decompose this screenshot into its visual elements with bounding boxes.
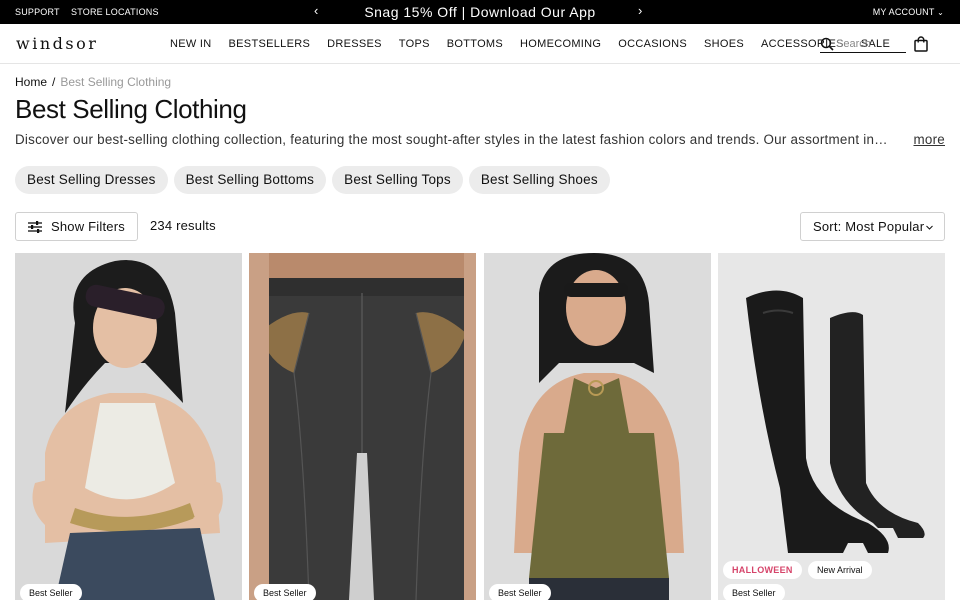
product-image[interactable] [484, 253, 711, 600]
breadcrumb: Home / Best Selling Clothing [15, 75, 171, 89]
search-icon[interactable] [820, 37, 834, 51]
search-input[interactable] [836, 37, 904, 51]
promo-bar: SUPPORT STORE LOCATIONS ‹ Snag 15% Off |… [0, 0, 960, 24]
nav-item-bestsellers[interactable]: BESTSELLERS [229, 38, 311, 50]
description-text: Discover our best-selling clothing colle… [15, 132, 888, 147]
best-seller-badge: Best Seller [723, 584, 785, 600]
support-link[interactable]: SUPPORT [15, 7, 60, 17]
nav-item-bottoms[interactable]: BOTTOMS [447, 38, 503, 50]
nav-item-new-in[interactable]: NEW IN [170, 38, 212, 50]
sort-dropdown[interactable]: Sort: Most Popular [800, 212, 945, 241]
nav-item-tops[interactable]: TOPS [399, 38, 430, 50]
best-seller-badge: Best Seller [20, 584, 82, 600]
pill-best-selling-shoes[interactable]: Best Selling Shoes [468, 166, 610, 194]
pill-best-selling-bottoms[interactable]: Best Selling Bottoms [173, 166, 327, 194]
pill-best-selling-tops[interactable]: Best Selling Tops [332, 166, 463, 194]
promo-text[interactable]: Snag 15% Off | Download Our App [360, 4, 600, 20]
filter-sliders-icon [28, 221, 42, 233]
sort-label: Sort: Most Popular [813, 219, 925, 234]
product-image[interactable] [718, 253, 945, 600]
shopping-bag-icon[interactable] [913, 36, 929, 52]
my-account-label: MY ACCOUNT [872, 7, 935, 17]
show-filters-button[interactable]: Show Filters [15, 212, 138, 241]
read-more-link[interactable]: more [911, 132, 945, 147]
category-description: Discover our best-selling clothing colle… [15, 132, 945, 147]
pill-best-selling-dresses[interactable]: Best Selling Dresses [15, 166, 168, 194]
product-card[interactable]: HALLOWEEN New Arrival Best Seller [718, 253, 945, 600]
promo-next-arrow-icon[interactable]: › [638, 3, 642, 18]
product-card[interactable]: Best Seller [249, 253, 476, 600]
product-card[interactable]: Best Seller [15, 253, 242, 600]
chevron-down-icon [926, 225, 933, 230]
search-box[interactable] [820, 36, 906, 53]
nav-item-occasions[interactable]: OCCASIONS [618, 38, 687, 50]
main-nav: NEW IN BESTSELLERS DRESSES TOPS BOTTOMS … [170, 38, 907, 50]
category-pills: Best Selling Dresses Best Selling Bottom… [15, 166, 610, 194]
best-seller-badge: Best Seller [254, 584, 316, 600]
promo-prev-arrow-icon[interactable]: ‹ [314, 3, 318, 18]
results-count: 234 results [150, 218, 216, 233]
breadcrumb-separator: / [52, 75, 56, 89]
halloween-tag: HALLOWEEN [723, 561, 802, 579]
product-image[interactable] [249, 253, 476, 600]
product-card[interactable]: Best Seller [484, 253, 711, 600]
nav-item-shoes[interactable]: SHOES [704, 38, 744, 50]
chevron-down-icon: ⌄ [937, 8, 944, 17]
product-grid: Best Seller Best Seller Best Seller HALL… [15, 253, 945, 600]
breadcrumb-home[interactable]: Home [15, 75, 47, 89]
page-title: Best Selling Clothing [15, 94, 247, 124]
nav-item-dresses[interactable]: DRESSES [327, 38, 382, 50]
my-account-menu[interactable]: MY ACCOUNT ⌄ [873, 7, 944, 17]
site-header: WINDSOR NEW IN BESTSELLERS DRESSES TOPS … [0, 24, 960, 64]
windsor-logo[interactable]: WINDSOR [16, 34, 98, 53]
product-image[interactable] [15, 253, 242, 600]
store-locations-link[interactable]: STORE LOCATIONS [71, 7, 159, 17]
best-seller-badge: Best Seller [489, 584, 551, 600]
nav-item-homecoming[interactable]: HOMECOMING [520, 38, 601, 50]
breadcrumb-current: Best Selling Clothing [60, 75, 172, 89]
new-arrival-badge: New Arrival [808, 561, 872, 579]
show-filters-label: Show Filters [51, 219, 125, 234]
